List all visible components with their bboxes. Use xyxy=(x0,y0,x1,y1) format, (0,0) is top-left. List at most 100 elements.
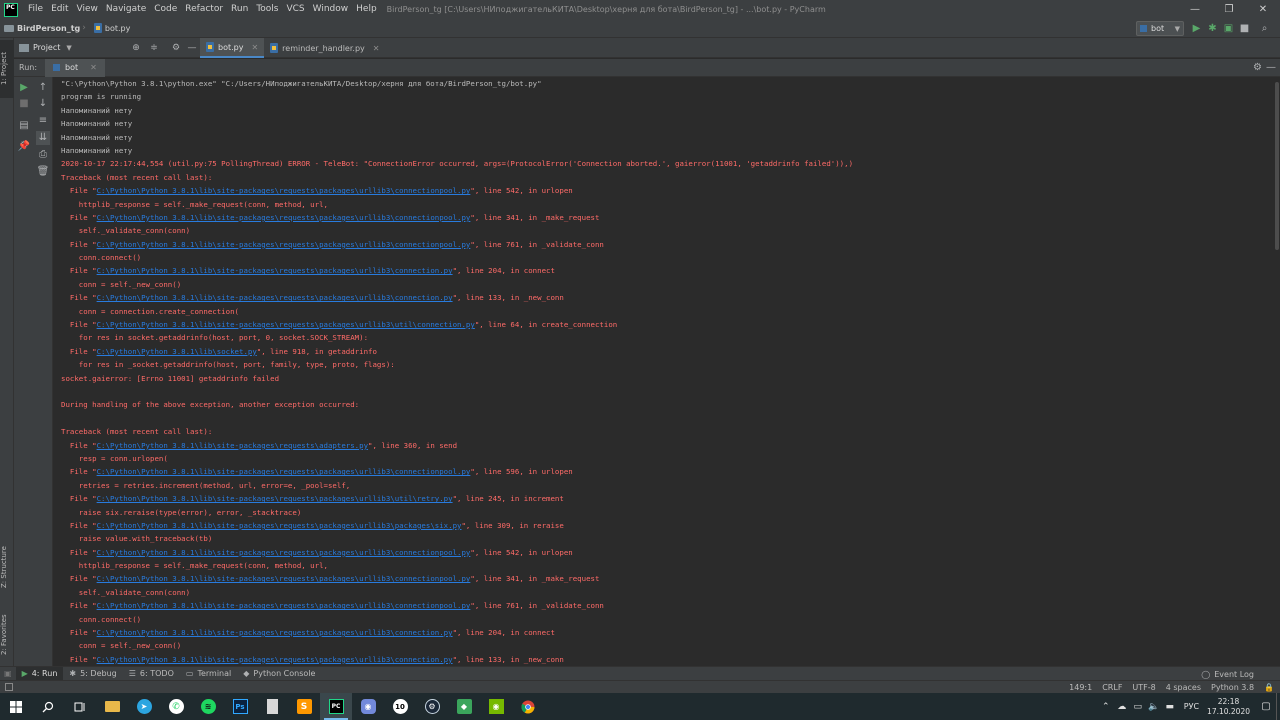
traceback-file-link[interactable]: C:\Python\Python 3.8.1\lib\site-packages… xyxy=(97,628,453,637)
maximize-button[interactable]: ❐ xyxy=(1212,0,1246,19)
file-encoding[interactable]: UTF-8 xyxy=(1132,683,1155,692)
menu-refactor[interactable]: Refactor xyxy=(181,0,227,19)
stop-icon[interactable]: ■ xyxy=(1237,21,1252,36)
input-language[interactable]: РУС xyxy=(1184,702,1199,711)
traceback-file-link[interactable]: C:\Python\Python 3.8.1\lib\site-packages… xyxy=(97,293,453,302)
taskbar-search[interactable] xyxy=(32,693,64,720)
traceback-file-link[interactable]: C:\Python\Python 3.8.1\lib\site-packages… xyxy=(97,213,471,222)
traceback-file-link[interactable]: C:\Python\Python 3.8.1\lib\site-packages… xyxy=(97,266,453,275)
arrow-down-icon[interactable]: ↓ xyxy=(36,97,50,111)
run-tab-bot[interactable]: bot ✕ xyxy=(45,58,105,77)
traceback-file-link[interactable]: C:\Python\Python 3.8.1\lib\site-packages… xyxy=(97,601,471,610)
tool-tab-project[interactable]: 1: Project xyxy=(0,40,14,98)
traceback-file-link[interactable]: C:\Python\Python 3.8.1\lib\site-packages… xyxy=(97,521,462,530)
indent-setting[interactable]: 4 spaces xyxy=(1166,683,1201,692)
onedrive-icon[interactable]: ☁ xyxy=(1114,702,1130,712)
pin-icon[interactable]: 📌 xyxy=(17,140,31,154)
gear-icon[interactable]: ⚙ xyxy=(170,42,182,54)
battery-icon[interactable]: ▬ xyxy=(1162,702,1178,712)
chevron-down-icon[interactable]: ▼ xyxy=(66,44,71,52)
taskbar-discord[interactable]: ◉ xyxy=(352,693,384,720)
taskbar-clock[interactable]: 22:18 17.10.2020 xyxy=(1207,697,1250,717)
close-icon[interactable]: ✕ xyxy=(373,44,380,53)
caret-position[interactable]: 149:1 xyxy=(1069,683,1092,692)
menu-help[interactable]: Help xyxy=(352,0,381,19)
tool-windows-toggle-icon[interactable]: ▣ xyxy=(4,669,12,678)
toolwin-debug[interactable]: ✱ 5: Debug xyxy=(63,667,122,681)
taskbar-file-explorer[interactable] xyxy=(96,693,128,720)
close-icon[interactable]: ✕ xyxy=(90,63,97,72)
layout-toggle-icon[interactable] xyxy=(5,683,13,691)
volume-icon[interactable]: 🔈 xyxy=(1146,702,1162,712)
console-output[interactable]: "C:\Python\Python 3.8.1\python.exe" "C:/… xyxy=(54,77,1272,666)
tab-bot-py[interactable]: bot.py ✕ xyxy=(200,38,265,58)
close-icon[interactable]: ✕ xyxy=(251,43,258,52)
menu-code[interactable]: Code xyxy=(150,0,181,19)
taskbar-telegram[interactable]: ➤ xyxy=(128,693,160,720)
soft-wrap-icon[interactable]: ≡ xyxy=(36,114,50,128)
taskbar-app-green[interactable]: ◆ xyxy=(448,693,480,720)
menu-edit[interactable]: Edit xyxy=(47,0,72,19)
toolwin-terminal[interactable]: ▭ Terminal xyxy=(180,667,237,681)
taskbar-pycharm[interactable]: PC xyxy=(320,693,352,720)
taskbar-chrome[interactable] xyxy=(512,693,544,720)
breadcrumb-project[interactable]: BirdPerson_tg xyxy=(0,24,80,33)
taskbar-spotify[interactable]: ≋ xyxy=(192,693,224,720)
traceback-file-link[interactable]: C:\Python\Python 3.8.1\lib\site-packages… xyxy=(97,574,471,583)
taskbar-nvidia[interactable]: ◉ xyxy=(480,693,512,720)
chevron-up-icon[interactable]: ⌃ xyxy=(1098,702,1114,712)
run-configuration-dropdown[interactable]: bot ▼ xyxy=(1136,21,1184,36)
network-icon[interactable]: ▭ xyxy=(1130,702,1146,712)
debug-icon[interactable]: ✱ xyxy=(1205,21,1220,36)
taskbar-app-10[interactable]: 10 xyxy=(384,693,416,720)
minimize-button[interactable]: — xyxy=(1178,0,1212,19)
taskbar-whatsapp[interactable]: ✆ xyxy=(160,693,192,720)
console-scrollbar-thumb[interactable] xyxy=(1275,82,1279,250)
traceback-file-link[interactable]: C:\Python\Python 3.8.1\lib\site-packages… xyxy=(97,441,368,450)
toolwin-run[interactable]: ▶ 4: Run xyxy=(15,666,64,681)
trash-icon[interactable]: 🗑 xyxy=(36,165,50,179)
menu-navigate[interactable]: Navigate xyxy=(102,0,150,19)
arrow-up-icon[interactable]: ↑ xyxy=(36,81,50,95)
tool-tab-favorites[interactable]: 2: Favorites xyxy=(0,606,14,664)
notifications-icon[interactable]: ▢ xyxy=(1256,701,1276,712)
gear-icon[interactable]: ⚙ xyxy=(1253,62,1262,73)
coverage-icon[interactable]: ▣ xyxy=(1221,21,1236,36)
traceback-file-link[interactable]: C:\Python\Python 3.8.1\lib\site-packages… xyxy=(97,320,475,329)
scroll-to-end-icon[interactable]: ⇊ xyxy=(36,131,50,145)
menu-tools[interactable]: Tools xyxy=(252,0,282,19)
search-icon[interactable]: ⌕ xyxy=(1257,21,1272,36)
taskbar-steam[interactable]: ⚙ xyxy=(416,693,448,720)
taskbar-photoshop[interactable]: Ps xyxy=(224,693,256,720)
menu-view[interactable]: View xyxy=(73,0,102,19)
menu-window[interactable]: Window xyxy=(309,0,353,19)
traceback-file-link[interactable]: C:\Python\Python 3.8.1\lib\site-packages… xyxy=(97,467,471,476)
menu-run[interactable]: Run xyxy=(227,0,252,19)
traceback-file-link[interactable]: C:\Python\Python 3.8.1\lib\site-packages… xyxy=(97,494,453,503)
show-desktop-button[interactable] xyxy=(1276,693,1280,720)
locate-icon[interactable]: ⊕ xyxy=(130,42,142,54)
toolwin-todo[interactable]: ☰ 6: TODO xyxy=(123,667,180,681)
traceback-file-link[interactable]: C:\Python\Python 3.8.1\lib\site-packages… xyxy=(97,186,471,195)
hide-icon[interactable]: — xyxy=(186,42,198,54)
traceback-file-link[interactable]: C:\Python\Python 3.8.1\lib\site-packages… xyxy=(97,548,471,557)
breadcrumb-file[interactable]: bot.py xyxy=(88,23,130,33)
project-panel-label[interactable]: Project xyxy=(33,43,60,52)
python-interpreter[interactable]: Python 3.8 xyxy=(1211,683,1254,692)
close-window-button[interactable]: ✕ xyxy=(1246,0,1280,19)
run-icon[interactable]: ▶ xyxy=(1189,21,1204,36)
stop-icon[interactable]: ■ xyxy=(17,97,31,111)
taskbar-sublime[interactable]: S xyxy=(288,693,320,720)
taskbar-notepad[interactable] xyxy=(256,693,288,720)
rerun-icon[interactable]: ▶ xyxy=(17,81,31,95)
minimize-icon[interactable]: — xyxy=(1266,62,1276,73)
lock-icon[interactable]: 🔒 xyxy=(1264,683,1274,692)
traceback-file-link[interactable]: C:\Python\Python 3.8.1\lib\site-packages… xyxy=(97,240,471,249)
menu-vcs[interactable]: VCS xyxy=(282,0,308,19)
print-icon[interactable]: ⎙ xyxy=(36,148,50,162)
tab-reminder-handler-py[interactable]: reminder_handler.py ✕ xyxy=(264,38,385,58)
collapse-all-icon[interactable]: ≑ xyxy=(148,42,160,54)
traceback-file-link[interactable]: C:\Python\Python 3.8.1\lib\site-packages… xyxy=(97,655,453,664)
toolwin-python-console[interactable]: ◆ Python Console xyxy=(237,667,321,681)
menu-file[interactable]: File xyxy=(24,0,47,19)
